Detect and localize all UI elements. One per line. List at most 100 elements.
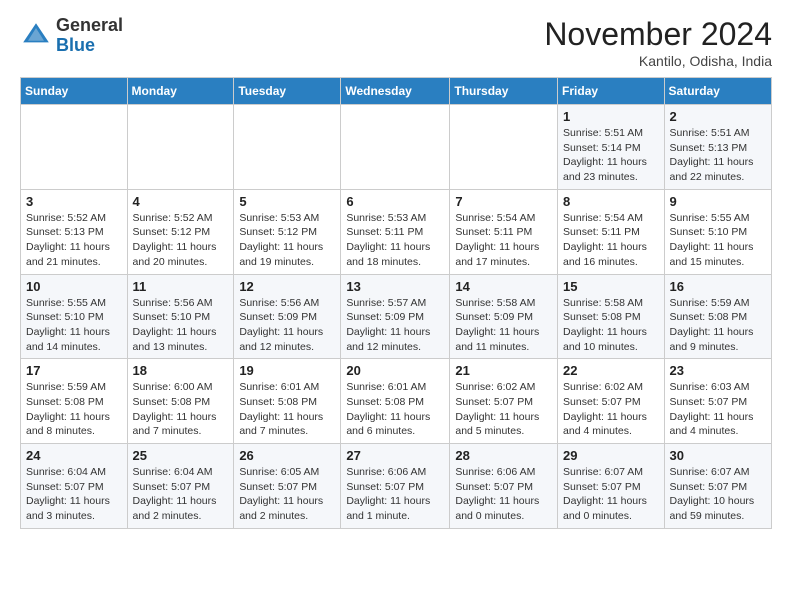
day-info: Sunrise: 5:57 AM Sunset: 5:09 PM Dayligh… (346, 296, 444, 355)
day-number: 9 (670, 194, 766, 209)
day-info: Sunrise: 5:55 AM Sunset: 5:10 PM Dayligh… (26, 296, 122, 355)
calendar-cell: 5 Sunrise: 5:53 AM Sunset: 5:12 PM Daylig… (234, 189, 341, 274)
calendar-cell: 20Sunrise: 6:01 AM Sunset: 5:08 PM Dayli… (341, 359, 450, 444)
day-info: Sunrise: 5:53 AM Sunset: 5:11 PM Dayligh… (346, 211, 444, 270)
day-info: Sunrise: 5:54 AM Sunset: 5:11 PM Dayligh… (563, 211, 659, 270)
day-number: 10 (26, 279, 122, 294)
weekday-header-sunday: Sunday (21, 78, 128, 105)
title-block: November 2024 Kantilo, Odisha, India (544, 16, 772, 69)
weekday-header-monday: Monday (127, 78, 234, 105)
day-number: 21 (455, 363, 552, 378)
calendar-cell: 8 Sunrise: 5:54 AM Sunset: 5:11 PM Daylig… (558, 189, 665, 274)
calendar-cell: 19Sunrise: 6:01 AM Sunset: 5:08 PM Dayli… (234, 359, 341, 444)
calendar-week-2: 3Sunrise: 5:52 AM Sunset: 5:13 PM Daylig… (21, 189, 772, 274)
day-number: 18 (133, 363, 229, 378)
calendar-cell: 21 Sunrise: 6:02 AM Sunset: 5:07 PM Dayli… (450, 359, 558, 444)
day-number: 22 (563, 363, 659, 378)
day-info: Sunrise: 5:52 AM Sunset: 5:12 PM Dayligh… (133, 211, 229, 270)
calendar-cell (450, 105, 558, 190)
day-info: Sunrise: 6:07 AM Sunset: 5:07 PM Dayligh… (670, 465, 766, 524)
day-info: Sunrise: 6:00 AM Sunset: 5:08 PM Dayligh… (133, 380, 229, 439)
calendar-cell (234, 105, 341, 190)
day-number: 16 (670, 279, 766, 294)
calendar-cell: 9Sunrise: 5:55 AM Sunset: 5:10 PM Daylig… (664, 189, 771, 274)
weekday-header-wednesday: Wednesday (341, 78, 450, 105)
calendar-cell: 14Sunrise: 5:58 AM Sunset: 5:09 PM Dayli… (450, 274, 558, 359)
day-info: Sunrise: 6:05 AM Sunset: 5:07 PM Dayligh… (239, 465, 335, 524)
day-info: Sunrise: 5:56 AM Sunset: 5:10 PM Dayligh… (133, 296, 229, 355)
calendar-cell: 6Sunrise: 5:53 AM Sunset: 5:11 PM Daylig… (341, 189, 450, 274)
calendar-cell: 24 Sunrise: 6:04 AM Sunset: 5:07 PM Dayli… (21, 444, 128, 529)
day-info: Sunrise: 5:59 AM Sunset: 5:08 PM Dayligh… (670, 296, 766, 355)
day-number: 23 (670, 363, 766, 378)
calendar-week-5: 24 Sunrise: 6:04 AM Sunset: 5:07 PM Dayli… (21, 444, 772, 529)
day-number: 1 (563, 109, 659, 124)
day-number: 28 (455, 448, 552, 463)
day-number: 20 (346, 363, 444, 378)
calendar-cell: 29 Sunrise: 6:07 AM Sunset: 5:07 PM Dayli… (558, 444, 665, 529)
header: General Blue November 2024 Kantilo, Odis… (20, 16, 772, 69)
day-number: 24 (26, 448, 122, 463)
day-number: 11 (133, 279, 229, 294)
page: General Blue November 2024 Kantilo, Odis… (0, 0, 792, 545)
calendar-cell: 28 Sunrise: 6:06 AM Sunset: 5:07 PM Dayli… (450, 444, 558, 529)
location: Kantilo, Odisha, India (544, 53, 772, 69)
calendar-cell: 1 Sunrise: 5:51 AM Sunset: 5:14 PM Daylig… (558, 105, 665, 190)
calendar-cell (127, 105, 234, 190)
day-number: 8 (563, 194, 659, 209)
calendar-week-3: 10 Sunrise: 5:55 AM Sunset: 5:10 PM Dayli… (21, 274, 772, 359)
day-number: 5 (239, 194, 335, 209)
calendar-cell: 15 Sunrise: 5:58 AM Sunset: 5:08 PM Dayli… (558, 274, 665, 359)
calendar-cell: 17Sunrise: 5:59 AM Sunset: 5:08 PM Dayli… (21, 359, 128, 444)
day-info: Sunrise: 5:58 AM Sunset: 5:08 PM Dayligh… (563, 296, 659, 355)
calendar-cell: 18 Sunrise: 6:00 AM Sunset: 5:08 PM Dayli… (127, 359, 234, 444)
calendar-cell: 22 Sunrise: 6:02 AM Sunset: 5:07 PM Dayli… (558, 359, 665, 444)
day-info: Sunrise: 6:06 AM Sunset: 5:07 PM Dayligh… (346, 465, 444, 524)
day-number: 26 (239, 448, 335, 463)
calendar-cell (341, 105, 450, 190)
day-number: 27 (346, 448, 444, 463)
calendar-cell: 26 Sunrise: 6:05 AM Sunset: 5:07 PM Dayli… (234, 444, 341, 529)
day-info: Sunrise: 6:04 AM Sunset: 5:07 PM Dayligh… (26, 465, 122, 524)
day-info: Sunrise: 6:03 AM Sunset: 5:07 PM Dayligh… (670, 380, 766, 439)
day-number: 30 (670, 448, 766, 463)
calendar-cell: 13Sunrise: 5:57 AM Sunset: 5:09 PM Dayli… (341, 274, 450, 359)
calendar-week-4: 17Sunrise: 5:59 AM Sunset: 5:08 PM Dayli… (21, 359, 772, 444)
weekday-header-row: SundayMondayTuesdayWednesdayThursdayFrid… (21, 78, 772, 105)
day-info: Sunrise: 6:04 AM Sunset: 5:07 PM Dayligh… (133, 465, 229, 524)
calendar-cell: 23 Sunrise: 6:03 AM Sunset: 5:07 PM Dayli… (664, 359, 771, 444)
logo: General Blue (20, 16, 123, 56)
day-number: 29 (563, 448, 659, 463)
calendar-cell: 11 Sunrise: 5:56 AM Sunset: 5:10 PM Dayli… (127, 274, 234, 359)
day-info: Sunrise: 6:01 AM Sunset: 5:08 PM Dayligh… (239, 380, 335, 439)
day-number: 12 (239, 279, 335, 294)
day-info: Sunrise: 6:06 AM Sunset: 5:07 PM Dayligh… (455, 465, 552, 524)
logo-icon (20, 20, 52, 52)
calendar-cell: 27 Sunrise: 6:06 AM Sunset: 5:07 PM Dayli… (341, 444, 450, 529)
calendar-cell: 16 Sunrise: 5:59 AM Sunset: 5:08 PM Dayli… (664, 274, 771, 359)
logo-general: General (56, 16, 123, 36)
day-info: Sunrise: 6:07 AM Sunset: 5:07 PM Dayligh… (563, 465, 659, 524)
calendar-cell: 25Sunrise: 6:04 AM Sunset: 5:07 PM Dayli… (127, 444, 234, 529)
logo-blue: Blue (56, 36, 123, 56)
day-info: Sunrise: 6:02 AM Sunset: 5:07 PM Dayligh… (455, 380, 552, 439)
weekday-header-thursday: Thursday (450, 78, 558, 105)
calendar-week-1: 1 Sunrise: 5:51 AM Sunset: 5:14 PM Daylig… (21, 105, 772, 190)
day-info: Sunrise: 5:51 AM Sunset: 5:14 PM Dayligh… (563, 126, 659, 185)
calendar-cell: 7 Sunrise: 5:54 AM Sunset: 5:11 PM Daylig… (450, 189, 558, 274)
day-info: Sunrise: 6:02 AM Sunset: 5:07 PM Dayligh… (563, 380, 659, 439)
calendar: SundayMondayTuesdayWednesdayThursdayFrid… (20, 77, 772, 529)
day-info: Sunrise: 5:53 AM Sunset: 5:12 PM Dayligh… (239, 211, 335, 270)
day-number: 4 (133, 194, 229, 209)
day-info: Sunrise: 5:54 AM Sunset: 5:11 PM Dayligh… (455, 211, 552, 270)
weekday-header-saturday: Saturday (664, 78, 771, 105)
day-number: 7 (455, 194, 552, 209)
day-info: Sunrise: 5:56 AM Sunset: 5:09 PM Dayligh… (239, 296, 335, 355)
calendar-cell: 30 Sunrise: 6:07 AM Sunset: 5:07 PM Dayli… (664, 444, 771, 529)
calendar-cell: 10 Sunrise: 5:55 AM Sunset: 5:10 PM Dayli… (21, 274, 128, 359)
day-number: 15 (563, 279, 659, 294)
weekday-header-friday: Friday (558, 78, 665, 105)
calendar-cell: 3Sunrise: 5:52 AM Sunset: 5:13 PM Daylig… (21, 189, 128, 274)
day-info: Sunrise: 5:58 AM Sunset: 5:09 PM Dayligh… (455, 296, 552, 355)
logo-text: General Blue (56, 16, 123, 56)
